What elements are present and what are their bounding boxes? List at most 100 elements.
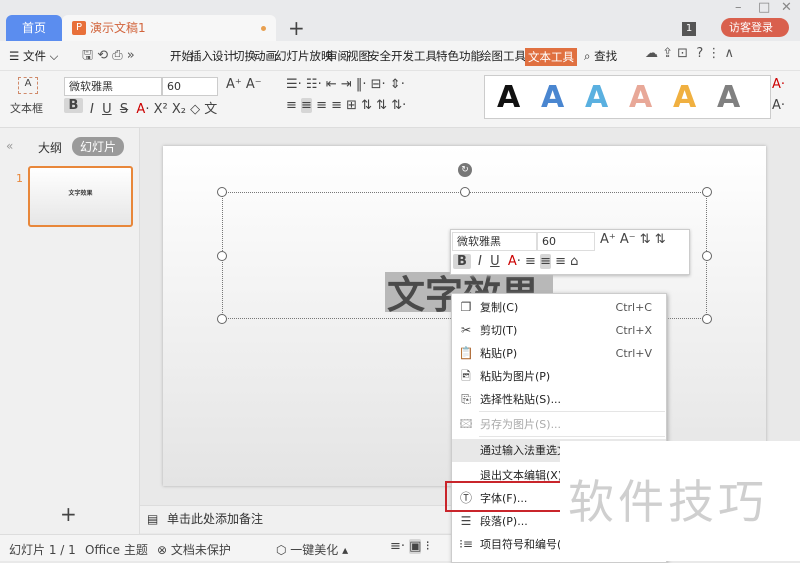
- paste-icon: 📋: [458, 346, 474, 360]
- maximize-button[interactable]: □: [758, 0, 770, 15]
- ribbon-tab[interactable]: 视图: [347, 48, 370, 64]
- format-buttons[interactable]: I U S A· X² X₂ ◇ 文: [90, 98, 217, 117]
- add-slide-button[interactable]: +: [60, 502, 77, 526]
- resize-handle[interactable]: [702, 187, 712, 197]
- file-label: 文件: [22, 49, 46, 63]
- menu-item-label: 项目符号和编号(B: [480, 538, 569, 551]
- watermark-text: 软件技巧: [568, 475, 768, 529]
- window-count-badge[interactable]: 1: [682, 22, 696, 36]
- notes-icon: ▤: [147, 512, 159, 526]
- ribbon-tab[interactable]: 绘图工具: [480, 48, 526, 64]
- text-style-option[interactable]: A: [497, 80, 520, 115]
- toolbar-right-icons[interactable]: ☁ ⇪ ⊡ ? ⋮ ∧: [645, 46, 734, 61]
- text-style-option[interactable]: A: [717, 80, 740, 115]
- unsaved-dot-icon: [261, 26, 266, 31]
- protection-status[interactable]: ⊗ 文档未保护: [157, 541, 231, 558]
- text-fill-icon[interactable]: A·: [772, 77, 785, 92]
- mini-font-name-select[interactable]: 微软雅黑: [452, 232, 537, 251]
- menu-item-label: 另存为图片(S)...: [480, 418, 562, 431]
- mini-size-buttons[interactable]: A⁺ A⁻ ⇅ ⇅: [600, 232, 666, 247]
- resize-handle[interactable]: [702, 314, 712, 324]
- resize-handle[interactable]: [217, 187, 227, 197]
- search-label: 查找: [594, 49, 618, 63]
- resize-handle[interactable]: [460, 187, 470, 197]
- ribbon-tab[interactable]: 开发工具: [391, 48, 437, 64]
- font-name-select[interactable]: 微软雅黑: [64, 77, 162, 96]
- ribbon-tab[interactable]: 审阅: [326, 48, 349, 64]
- new-tab-button[interactable]: +: [288, 16, 305, 40]
- bullets-icon: ⁝≡: [459, 537, 473, 551]
- ribbon-tab[interactable]: 安全: [368, 48, 391, 64]
- paste-special-icon: ⎘: [461, 392, 471, 406]
- search-button[interactable]: ⌕ 查找: [584, 48, 617, 64]
- resize-handle[interactable]: [217, 251, 227, 261]
- context-menu-item[interactable]: ⎘ 选择性粘贴(S)...: [452, 388, 666, 411]
- menu-item-label: 粘贴为图片(P): [480, 370, 551, 383]
- tab-home[interactable]: 首页: [6, 15, 62, 41]
- resize-handle[interactable]: [217, 314, 227, 324]
- font-grow-shrink-icons[interactable]: A⁺ A⁻: [226, 77, 262, 92]
- text-outline-icon[interactable]: A·: [772, 98, 785, 113]
- context-menu-item[interactable]: ✂ 剪切(T) Ctrl+X: [452, 319, 666, 342]
- login-button[interactable]: 访客登录: [721, 18, 789, 37]
- ribbon-tab[interactable]: 特色功能: [436, 48, 482, 64]
- textbox-icon[interactable]: A: [18, 77, 38, 94]
- resize-handle[interactable]: [702, 251, 712, 261]
- text-style-option[interactable]: A: [673, 80, 696, 115]
- menu-item-label: 剪切(T): [480, 324, 518, 337]
- view-buttons[interactable]: ≡· ▣ ⁝: [390, 539, 430, 554]
- notes-placeholder: 单击此处添加备注: [167, 512, 264, 526]
- slide-count: 幻灯片 1 / 1: [9, 543, 76, 557]
- text-style-option[interactable]: A: [629, 80, 652, 115]
- slide-number: 1: [16, 172, 23, 185]
- beautify-button[interactable]: ⬡ 一键美化 ▴: [276, 541, 348, 558]
- text-style-option[interactable]: A: [585, 80, 608, 115]
- beautify-label: 一键美化: [290, 543, 339, 557]
- tab-document[interactable]: P 演示文稿1: [62, 15, 276, 41]
- menu-item-label: 复制(C): [480, 301, 519, 314]
- menu-item-label: 粘贴(P): [480, 347, 518, 360]
- context-menu-item[interactable]: 🖻 粘贴为图片(P): [452, 365, 666, 388]
- text-style-option[interactable]: A: [541, 80, 564, 115]
- mini-font-size-select[interactable]: 60: [537, 232, 595, 251]
- text-style-gallery[interactable]: AAAAAA: [484, 75, 771, 119]
- ribbon-tab[interactable]: 文本工具: [525, 48, 577, 66]
- doc-tab-label: 演示文稿1: [90, 21, 146, 35]
- scissors-icon: ✂: [460, 323, 472, 337]
- protect-label: 文档未保护: [170, 543, 231, 557]
- slide-thumbnail[interactable]: 文字效果: [28, 166, 133, 227]
- context-menu-item: 🖾 另存为图片(S)...: [452, 413, 666, 436]
- mini-bold-button[interactable]: B: [453, 254, 471, 269]
- quick-access-icons[interactable]: 🖫 ⟲ ⎙ »: [82, 46, 135, 68]
- menu-item-shortcut: Ctrl+V: [615, 347, 652, 360]
- paragraph-icon: ☰: [460, 514, 472, 528]
- paste-image-icon: 🖻: [461, 369, 471, 383]
- ribbon-tab[interactable]: 切换: [233, 48, 256, 64]
- minimize-button[interactable]: –: [735, 0, 742, 15]
- file-menu[interactable]: ☰ 文件 ⌵: [9, 48, 58, 64]
- menu-separator: [479, 411, 665, 412]
- bold-button[interactable]: B: [64, 98, 83, 113]
- tab-outline[interactable]: 大纲: [38, 139, 62, 156]
- collapse-pane-icon[interactable]: «: [6, 139, 13, 153]
- list-buttons[interactable]: ☰· ☷· ⇤ ⇥ ‖· ⊟· ⇕·: [286, 77, 405, 92]
- ribbon-tab[interactable]: 动画: [254, 48, 277, 64]
- save-image-icon: 🖾: [459, 417, 473, 431]
- context-menu-item[interactable]: 📋 粘贴(P) Ctrl+V: [452, 342, 666, 365]
- theme-name[interactable]: Office 主题: [85, 541, 148, 558]
- presentation-icon: P: [72, 21, 86, 35]
- textbox-button[interactable]: 文本框: [10, 100, 43, 116]
- ribbon-tab[interactable]: 插入: [190, 48, 213, 64]
- menu-item-shortcut: Ctrl+C: [615, 301, 652, 314]
- rotate-handle-icon[interactable]: ↻: [458, 163, 472, 177]
- ribbon-tab[interactable]: 幻灯片放映: [275, 48, 333, 64]
- ribbon-tab[interactable]: 设计: [212, 48, 235, 64]
- highlight-box: [445, 481, 560, 512]
- font-size-select[interactable]: 60: [162, 77, 218, 96]
- align-buttons[interactable]: ≡ ≡ ≡ ≡ ⊞ ⇅ ⇅ ⇅·: [286, 98, 406, 113]
- mini-format-buttons[interactable]: I U A· ≡ ≡ ≡ ⌂: [478, 254, 578, 269]
- tab-slides[interactable]: 幻灯片: [72, 137, 125, 156]
- close-button[interactable]: ✕: [781, 0, 792, 15]
- menu-item-label: 选择性粘贴(S)...: [480, 393, 562, 406]
- context-menu-item[interactable]: ❐ 复制(C) Ctrl+C: [452, 296, 666, 319]
